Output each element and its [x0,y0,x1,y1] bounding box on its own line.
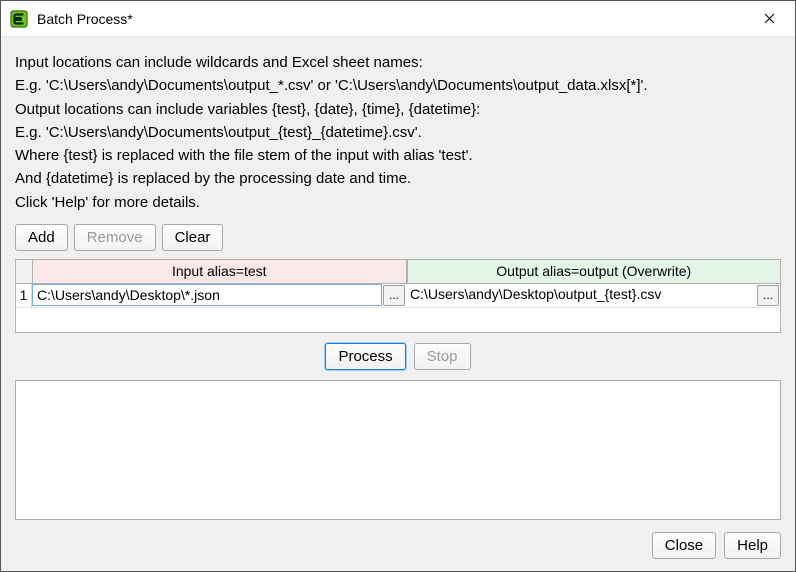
remove-button[interactable]: Remove [74,224,156,251]
clear-button[interactable]: Clear [162,224,224,251]
window-title: Batch Process* [37,11,747,27]
stop-button[interactable]: Stop [414,343,471,370]
table-row: 1 ... C:\Users\andy\Desktop\output_{test… [16,284,780,308]
instructions-line: E.g. 'C:\Users\andy\Documents\output_{te… [15,121,781,144]
instructions-line: Where {test} is replaced with the file s… [15,144,781,167]
instructions-line: Click 'Help' for more details. [15,191,781,214]
instructions-text: Input locations can include wildcards an… [15,51,781,214]
output-cell[interactable]: C:\Users\andy\Desktop\output_{test}.csv … [406,284,780,308]
row-number-cell: 1 [16,284,32,308]
table-toolbar: Add Remove Clear [15,224,781,251]
io-table: Input alias=test Output alias=output (Ov… [15,259,781,333]
instructions-line: E.g. 'C:\Users\andy\Documents\output_*.c… [15,74,781,97]
input-cell[interactable]: ... [32,284,406,308]
process-button[interactable]: Process [325,343,405,370]
output-column-header[interactable]: Output alias=output (Overwrite) [407,260,781,284]
window-close-button[interactable] [747,4,791,34]
content-area: Input locations can include wildcards an… [1,37,795,571]
output-path-field[interactable]: C:\Users\andy\Desktop\output_{test}.csv [406,284,756,307]
output-browse-button[interactable]: ... [757,285,779,306]
input-browse-button[interactable]: ... [383,285,405,306]
row-number-header [16,260,32,284]
table-header-row: Input alias=test Output alias=output (Ov… [16,260,780,284]
instructions-line: And {datetime} is replaced by the proces… [15,167,781,190]
batch-process-window: Batch Process* Input locations can inclu… [0,0,796,572]
dialog-footer: Close Help [15,520,781,559]
titlebar: Batch Process* [1,1,795,37]
input-column-header[interactable]: Input alias=test [32,260,407,284]
instructions-line: Input locations can include wildcards an… [15,51,781,74]
app-icon [9,9,29,29]
input-path-field[interactable] [32,284,382,306]
close-button[interactable]: Close [652,532,716,559]
add-button[interactable]: Add [15,224,68,251]
process-toolbar: Process Stop [15,333,781,380]
instructions-line: Output locations can include variables {… [15,98,781,121]
log-output[interactable] [15,380,781,520]
help-button[interactable]: Help [724,532,781,559]
